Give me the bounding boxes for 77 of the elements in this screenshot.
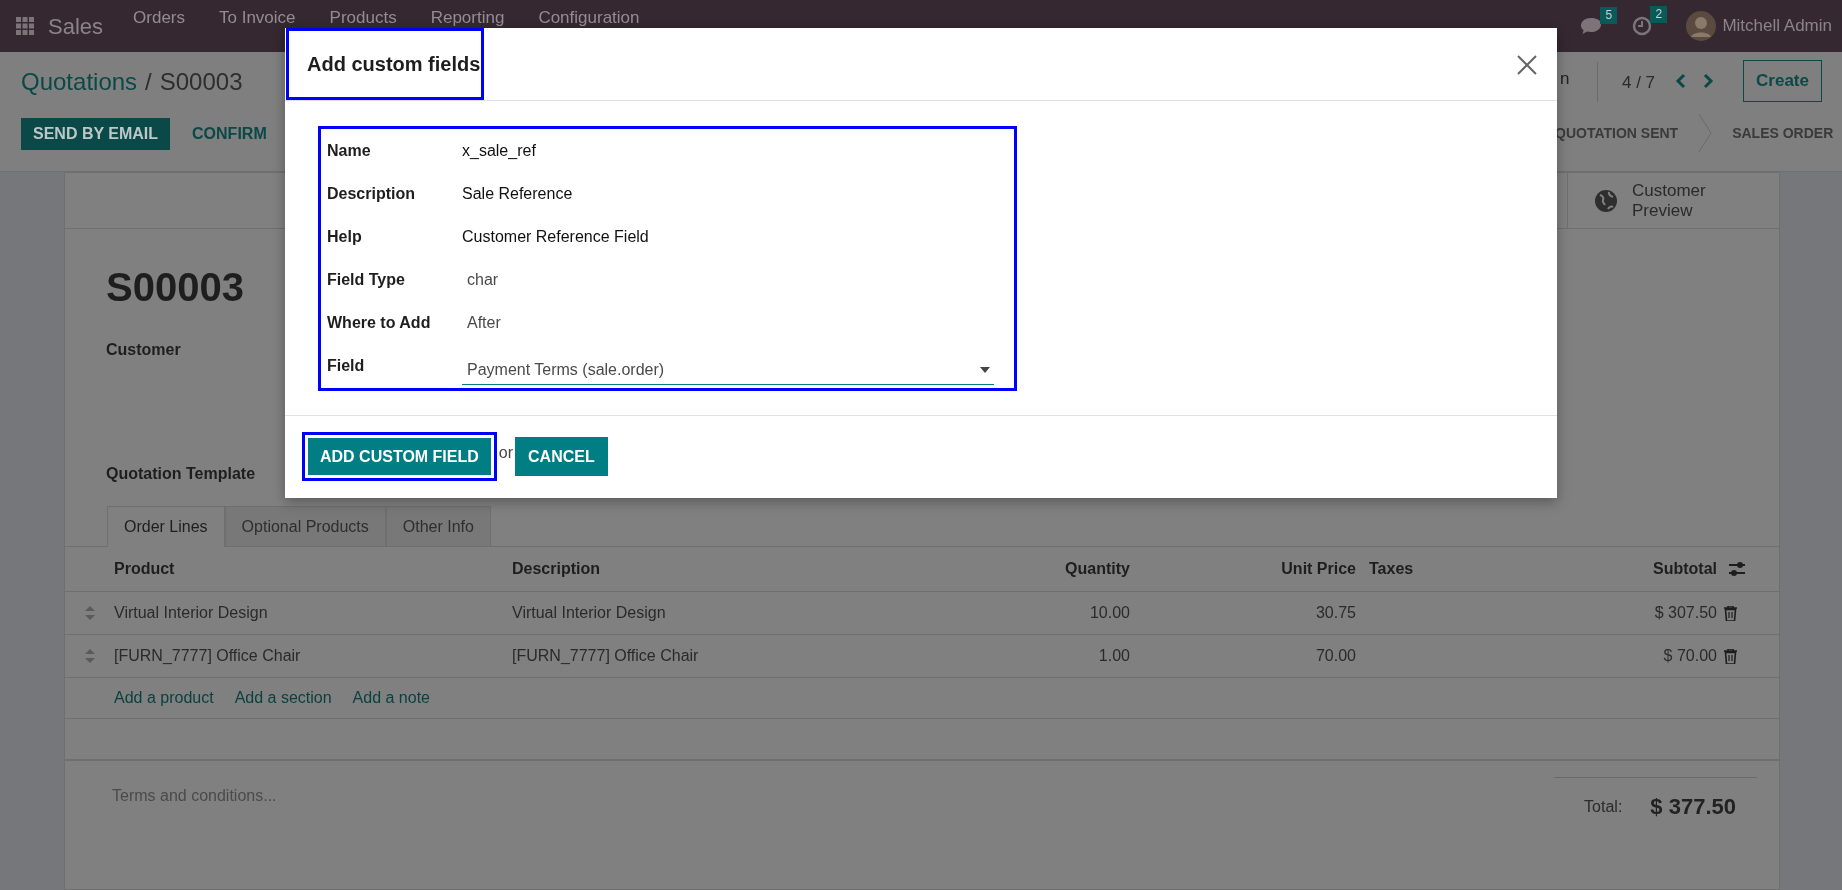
input-field[interactable]: Customer Reference Field [462,224,994,249]
form-label: Field [327,355,366,376]
nav-menu-item[interactable]: Reporting [430,9,505,26]
form-label: Field Type [327,269,406,290]
breadcrumb-current: S00003 [159,67,243,97]
drag-handle-icon[interactable] [85,606,95,620]
table-cell-text: 30.75 [1314,603,1357,623]
add-line-link[interactable]: Add a section [234,686,332,710]
readonly-value: char [466,269,500,290]
table-cell-text: [FURN_7777] Office Chair [511,646,700,666]
dropdown-caret-icon [980,366,990,373]
input-field[interactable]: x_sale_ref [462,138,994,163]
customer-preview-button[interactable]: Customer Preview [1567,173,1779,228]
apps-menu-icon[interactable] [16,17,34,35]
avatar-icon[interactable] [1686,11,1717,41]
table-cell-text: 10.00 [1088,603,1131,623]
nav-menu-item[interactable]: Products [329,9,397,26]
notebook-tab[interactable]: Other Info [385,506,491,546]
table-cell-text: Virtual Interior Design [511,603,667,623]
globe-icon [1594,188,1618,213]
pager-value: 4 / 7 [1622,72,1656,94]
form-label: Description [327,183,416,204]
table-cell-text: [FURN_7777] Office Chair [113,646,302,666]
form-label: Name [327,140,372,161]
breadcrumb-separator: / [145,67,152,97]
column-header[interactable]: Subtotal [1461,557,1723,581]
nav-menu-item[interactable]: To Invoice [219,9,296,26]
customer-preview-label: Customer Preview [1632,180,1707,221]
cancel-button[interactable]: CANCEL [515,437,608,476]
or-text: or [498,442,514,463]
notebook-tab[interactable]: Order Lines [107,506,225,547]
breadcrumb-link[interactable]: Quotations [21,64,138,100]
previous-icon[interactable] [1675,73,1687,89]
trash-icon[interactable] [1724,605,1737,621]
add-custom-field-button[interactable]: ADD CUSTOM FIELD [307,437,492,476]
input-field[interactable]: Sale Reference [462,181,994,206]
readonly-value: After [466,312,502,333]
column-header[interactable]: Product [107,557,506,581]
total-label: Total: [1584,796,1623,817]
clock-icon[interactable] [1632,16,1653,36]
action-button[interactable]: CONFIRM [180,118,279,150]
notebook-tab[interactable]: Optional Products [224,506,386,546]
close-icon[interactable] [1517,55,1537,75]
record-name: S00003 [106,267,244,307]
form-label: Help [327,226,363,247]
nav-menu-item[interactable]: Orders [133,9,185,26]
column-header[interactable]: Taxes [1361,557,1461,581]
partial-button-text: n [1560,68,1570,90]
app-name[interactable]: Sales [48,9,104,43]
select-field[interactable]: Payment Terms (sale.order) [462,355,994,385]
user-name[interactable]: Mitchell Admin [1722,13,1832,39]
column-header[interactable]: Quantity [1001,557,1136,581]
action-button[interactable]: SEND BY EMAIL [21,118,171,150]
column-header[interactable]: Unit Price [1136,557,1361,581]
table-cell-text: $ 70.00 [1662,646,1718,666]
chat-icon[interactable] [1580,17,1603,35]
add-line-link[interactable]: Add a note [352,686,430,710]
stage-button[interactable]: SALES ORDER [1722,122,1842,144]
column-header[interactable]: Description [506,557,1001,581]
table-cell-text: Virtual Interior Design [113,603,269,623]
activity-count-badge: 2 [1650,6,1668,23]
dialog-title: Add custom fields [307,52,481,77]
drag-handle-icon[interactable] [85,649,95,663]
create-button[interactable]: Create [1743,60,1822,102]
table-cell-text: 1.00 [1097,646,1131,666]
trash-icon[interactable] [1724,648,1737,664]
field-label: Quotation Template [106,464,257,484]
total-amount: $ 377.50 [1650,793,1736,821]
add-line-link[interactable]: Add a product [114,686,214,710]
nav-menu-item[interactable]: Configuration [538,9,640,26]
table-cell-text: $ 307.50 [1653,603,1718,623]
next-icon[interactable] [1702,73,1714,89]
field-label: Customer [106,340,182,360]
table-cell-text: 70.00 [1314,646,1357,666]
column-settings-icon[interactable] [1728,561,1746,577]
form-label: Where to Add [327,312,432,333]
message-count-badge: 5 [1600,7,1618,24]
